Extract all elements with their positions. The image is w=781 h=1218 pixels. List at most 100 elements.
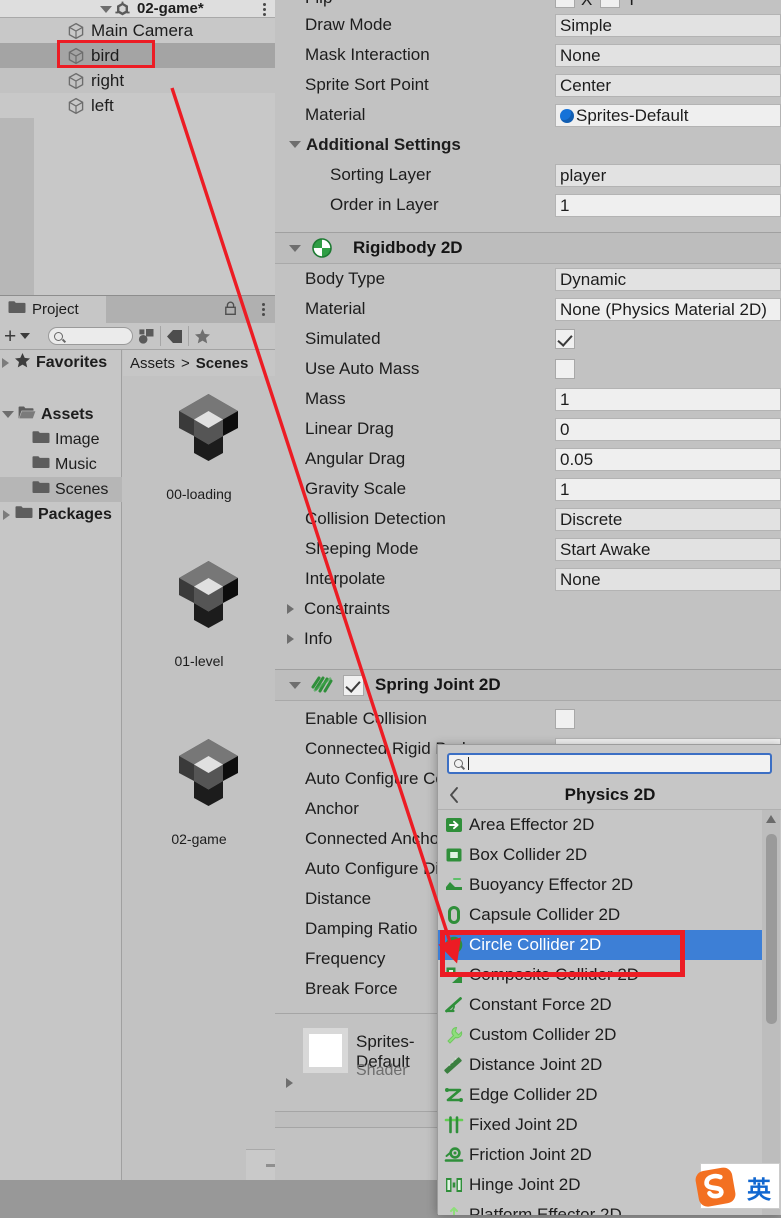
hierarchy-item-right[interactable]: right (0, 68, 275, 93)
popup-item-constant-force-2d[interactable]: Constant Force 2D (438, 990, 764, 1020)
hierarchy-item-left[interactable]: left (0, 93, 275, 118)
project-search-input[interactable] (48, 327, 134, 345)
project-tab-strip: Project (0, 296, 275, 323)
hierarchy-item-main-camera[interactable]: Main Camera (0, 18, 275, 43)
interpolate-dropdown[interactable]: None (555, 568, 781, 591)
tree-item-assets[interactable]: Assets (0, 402, 122, 427)
popup-item-capsule-collider-2d[interactable]: Capsule Collider 2D (438, 900, 764, 930)
friction-joint-icon (443, 1144, 465, 1166)
angular-drag-input[interactable]: 0.05 (555, 448, 781, 471)
ime-badge[interactable]: 英 (695, 1163, 780, 1209)
linear-drag-input[interactable]: 0 (555, 418, 781, 441)
draw-mode-dropdown[interactable]: Simple (555, 14, 781, 37)
chevron-down-icon[interactable] (20, 333, 31, 339)
row-label: Simulated (305, 329, 381, 348)
chevron-right-icon[interactable] (286, 1078, 293, 1088)
popup-item-label: Distance Joint 2D (469, 1055, 603, 1074)
popup-search-input[interactable] (447, 753, 772, 774)
collision-detection-dropdown[interactable]: Discrete (555, 508, 781, 531)
lock-icon[interactable] (224, 301, 237, 316)
tree-item-music[interactable]: Music (0, 452, 122, 477)
search-by-label-button[interactable] (161, 323, 188, 350)
sorting-layer-dropdown[interactable]: player (555, 164, 781, 187)
popup-scrollbar[interactable] (762, 810, 780, 1215)
tree-item-favorites[interactable]: Favorites (0, 350, 122, 375)
scroll-up-arrow-icon[interactable] (766, 815, 776, 823)
chevron-down-icon[interactable] (2, 411, 14, 418)
chevron-right-icon[interactable] (287, 634, 294, 644)
physics-material-object-field[interactable]: None (Physics Material 2D) (555, 298, 781, 321)
mask-interaction-dropdown[interactable]: None (555, 44, 781, 67)
popup-item-label: Platform Effector 2D (469, 1205, 622, 1215)
popup-item-box-collider-2d[interactable]: Box Collider 2D (438, 840, 764, 870)
platform-effector-icon (443, 1204, 465, 1215)
popup-item-composite-collider-2d[interactable]: Composite Collider 2D (438, 960, 764, 990)
field-value: Dynamic (560, 269, 627, 289)
scene-expand-triangle-icon[interactable] (100, 5, 112, 13)
enable-collision-checkbox[interactable] (555, 709, 575, 729)
fixed-joint-icon (443, 1114, 465, 1136)
sprite-sort-point-dropdown[interactable]: Center (555, 74, 781, 97)
hierarchy-item-bird[interactable]: bird (0, 43, 275, 68)
kebab-menu-icon[interactable] (263, 1, 267, 18)
breadcrumb-current[interactable]: Scenes (196, 355, 249, 372)
unity-scene-icon (171, 388, 246, 463)
field-value: player (560, 165, 607, 185)
chevron-right-icon[interactable] (287, 604, 294, 614)
tab-project[interactable]: Project (0, 296, 106, 323)
hierarchy-scene-row[interactable]: 02-game* (0, 0, 275, 18)
rigidbody2d-icon (311, 237, 333, 259)
scene-title: 02-game* (137, 0, 204, 17)
flip-y-checkbox[interactable] (600, 0, 620, 8)
popup-item-edge-collider-2d[interactable]: Edge Collider 2D (438, 1080, 764, 1110)
gameobject-cube-icon (66, 21, 86, 41)
inspector-foldout-constraints[interactable]: Constraints (275, 595, 781, 625)
chevron-left-icon[interactable] (448, 786, 460, 804)
popup-item-area-effector-2d[interactable]: Area Effector 2D (438, 810, 764, 840)
chevron-right-icon[interactable] (3, 509, 10, 520)
tree-item-scenes[interactable]: Scenes (0, 477, 122, 502)
body-type-dropdown[interactable]: Dynamic (555, 268, 781, 291)
sleeping-mode-dropdown[interactable]: Start Awake (555, 538, 781, 561)
chevron-down-icon[interactable] (289, 244, 301, 252)
flip-x-checkbox[interactable] (555, 0, 575, 8)
popup-item-list[interactable]: Area Effector 2D Box Collider 2D Buoyanc… (438, 810, 781, 1215)
search-by-type-button[interactable] (133, 323, 160, 350)
tree-item-packages[interactable]: Packages (0, 502, 122, 527)
use-auto-mass-checkbox[interactable] (555, 359, 575, 379)
popup-item-distance-joint-2d[interactable]: Distance Joint 2D (438, 1050, 764, 1080)
popup-item-label: Box Collider 2D (469, 845, 588, 864)
popup-item-circle-collider-2d[interactable]: Circle Collider 2D (438, 930, 764, 960)
create-asset-button[interactable]: + (4, 326, 16, 347)
breadcrumb-root[interactable]: Assets (130, 355, 175, 372)
simulated-checkbox[interactable] (555, 329, 575, 349)
spring-joint-enabled-checkbox[interactable] (343, 674, 364, 696)
inspector-foldout-additional-settings[interactable]: Additional Settings (275, 131, 781, 161)
popup-scrollbar-thumb[interactable] (766, 834, 777, 1024)
popup-search-bar (438, 745, 781, 781)
popup-item-label: Composite Collider 2D (469, 965, 640, 984)
material-object-field[interactable]: Sprites-Default (555, 104, 781, 127)
asset-item[interactable]: 00-loading (123, 378, 275, 538)
chevron-right-icon[interactable] (2, 357, 9, 368)
row-label: Info (304, 629, 333, 648)
asset-item[interactable]: 02-game (123, 723, 275, 883)
mass-input[interactable]: 1 (555, 388, 781, 411)
component-header-rigidbody2d[interactable]: Rigidbody 2D (275, 232, 781, 264)
chevron-down-icon[interactable] (289, 681, 301, 689)
component-header-spring-joint2d[interactable]: Spring Joint 2D (275, 669, 781, 701)
favorite-star-icon[interactable] (189, 323, 216, 350)
popup-item-buoyancy-effector-2d[interactable]: Buoyancy Effector 2D (438, 870, 764, 900)
popup-item-fixed-joint-2d[interactable]: Fixed Joint 2D (438, 1110, 764, 1140)
chevron-down-icon[interactable] (289, 141, 301, 148)
flip-y-label: Y (626, 0, 637, 10)
popup-item-custom-collider-2d[interactable]: Custom Collider 2D (438, 1020, 764, 1050)
inspector-row-collision-detection: Collision Detection Discrete (275, 505, 781, 535)
asset-item[interactable]: 01-level (123, 545, 275, 705)
gameobject-cube-icon (66, 71, 86, 91)
tree-item-image[interactable]: Image (0, 427, 122, 452)
order-in-layer-input[interactable]: 1 (555, 194, 781, 217)
gravity-scale-input[interactable]: 1 (555, 478, 781, 501)
inspector-foldout-info[interactable]: Info (275, 625, 781, 655)
kebab-menu-icon[interactable] (262, 301, 266, 318)
